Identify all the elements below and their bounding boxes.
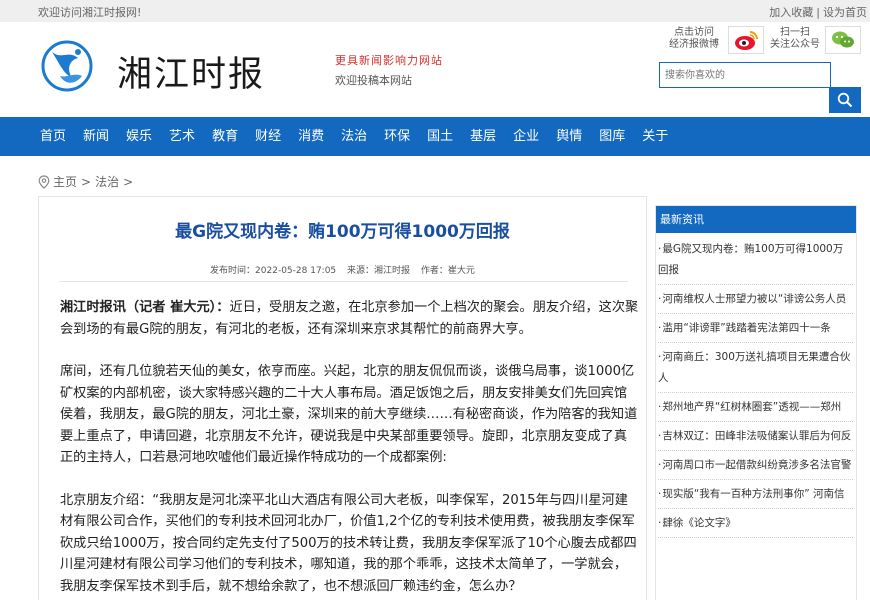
article-author: 作者：崔大元: [420, 266, 475, 276]
bookmark-link[interactable]: 加入收藏: [769, 6, 813, 19]
bullet: ·: [658, 351, 662, 363]
bullet: ·: [658, 243, 662, 255]
main-nav: 首页 新闻 娱乐 艺术 教育 财经 消费 法治 环保 国土 基层 企业 舆情 图…: [0, 117, 870, 156]
top-links-separator: |: [816, 6, 820, 19]
breadcrumb-home[interactable]: 主页: [53, 173, 77, 190]
latest-news-item[interactable]: ·郑州地产界“红树林圈套”透视——郑州: [658, 397, 853, 422]
wechat-label-line1: 扫一扫: [780, 27, 810, 38]
weibo-label-line1: 点击访问: [674, 27, 714, 38]
bullet: ·: [658, 401, 662, 413]
site-slogan: 更具新闻影响力网站: [335, 54, 443, 67]
latest-news-title[interactable]: 滥用“诽谤罪”践踏着宪法第四十一条: [662, 322, 830, 334]
nav-list: 首页 新闻 娱乐 艺术 教育 财经 消费 法治 环保 国土 基层 企业 舆情 图…: [40, 117, 685, 156]
article-paragraph: 北京朋友介绍：“我朋友是河北滦平北山大酒店有限公司大老板，叫李保军，2015年与…: [60, 492, 637, 594]
bullet: ·: [658, 293, 662, 305]
latest-news-list: ·最G院又现内卷：贿100万可得1000万回报 ·河南维权人士邢望力被以“诽谤公…: [656, 233, 856, 538]
latest-news-item[interactable]: ·滥用“诽谤罪”践踏着宪法第四十一条: [658, 318, 853, 343]
article-lead: 湘江时报讯（记者 崔大元）：: [60, 300, 230, 315]
latest-news-title[interactable]: 肆徐《论文字》: [662, 517, 736, 529]
search-icon: [837, 92, 853, 108]
nav-item-enterprise[interactable]: 企业: [513, 117, 539, 156]
nav-item-land[interactable]: 国土: [427, 117, 453, 156]
latest-news-title[interactable]: 最G院又现内卷：贿100万可得1000万回报: [658, 243, 843, 276]
article-paragraph: 席间，还有几位貌若天仙的美女，依亨而座。兴起，北京的朋友侃侃而谈，谈俄乌局事，谈…: [60, 364, 638, 465]
breadcrumb-separator: >: [123, 174, 134, 189]
article-title: 最G院又现内卷：贿100万可得1000万回报: [175, 222, 510, 242]
submit-article-link[interactable]: 欢迎投稿本网站: [335, 72, 412, 88]
site-header: 湘江时报 更具新闻影响力网站 欢迎投稿本网站 点击访问 经济报微博 扫一扫 关注…: [0, 22, 870, 117]
latest-news-item[interactable]: ·最G院又现内卷：贿100万可得1000万回报: [658, 239, 853, 285]
wechat-button[interactable]: [825, 26, 861, 54]
bullet: ·: [658, 459, 662, 471]
bullet: ·: [658, 430, 662, 442]
latest-news-title[interactable]: 河南维权人士邢望力被以“诽谤公务人员: [662, 293, 846, 305]
latest-news-item[interactable]: ·吉林双辽：田峰非法吸储案认罪后为何反: [658, 426, 853, 451]
weibo-label[interactable]: 点击访问 经济报微博: [664, 27, 724, 51]
breadcrumb-section[interactable]: 法治: [95, 173, 119, 190]
article: 最G院又现内卷：贿100万可得1000万回报 发布时间：2022-05-28 1…: [38, 196, 647, 600]
location-pin-icon: [38, 174, 50, 189]
article-source: 来源：湘江时报: [347, 266, 411, 276]
bullet: ·: [658, 488, 662, 500]
nav-item-grassroots[interactable]: 基层: [470, 117, 496, 156]
article-body: 湘江时报讯（记者 崔大元）：近日，受朋友之邀，在北京参加一个上档次的聚会。朋友介…: [60, 297, 640, 600]
wechat-label-line2: 关注公众号: [770, 39, 820, 50]
nav-item-public-opinion[interactable]: 舆情: [556, 117, 582, 156]
latest-news-title[interactable]: 河南商丘：300万送礼搞项目无果遭合伙人: [658, 351, 850, 384]
article-paragraph: 湘江时报讯（记者 崔大元）：近日，受朋友之邀，在北京参加一个上档次的聚会。朋友介…: [60, 297, 640, 340]
latest-news-title[interactable]: 吉林双辽：田峰非法吸储案认罪后为何反: [662, 430, 851, 442]
set-homepage-link[interactable]: 设为首页: [823, 6, 867, 19]
welcome-text: 欢迎访问湘江时报网!: [38, 6, 142, 19]
site-name[interactable]: 湘江时报: [117, 46, 265, 97]
latest-news-item[interactable]: ·肆徐《论文字》: [658, 513, 853, 538]
weibo-label-line2: 经济报微博: [669, 39, 719, 50]
nav-item-news[interactable]: 新闻: [83, 117, 109, 156]
bullet: ·: [658, 322, 662, 334]
nav-item-gallery[interactable]: 图库: [599, 117, 625, 156]
wechat-icon: [832, 31, 854, 48]
bullet: ·: [658, 517, 662, 529]
wechat-label[interactable]: 扫一扫 关注公众号: [766, 27, 824, 51]
sidebar-heading: 最新资讯: [656, 206, 856, 233]
nav-item-law[interactable]: 法治: [341, 117, 367, 156]
latest-news-title[interactable]: 河南周口市一起借款纠纷竟涉多名法官警: [662, 459, 851, 471]
article-divider: [59, 281, 628, 282]
breadcrumb-separator: >: [81, 174, 92, 189]
publish-time: 发布时间：2022-05-28 17:05: [210, 266, 337, 276]
weibo-icon: [735, 31, 758, 50]
top-links: 加入收藏 | 设为首页: [769, 4, 867, 20]
nav-item-finance[interactable]: 财经: [255, 117, 281, 156]
top-bar: 欢迎访问湘江时报网! 加入收藏 | 设为首页: [0, 0, 870, 22]
nav-item-home[interactable]: 首页: [40, 117, 66, 156]
latest-news-title[interactable]: 郑州地产界“红树林圈套”透视——郑州: [662, 401, 841, 413]
article-meta: 发布时间：2022-05-28 17:05 来源：湘江时报 作者：崔大元: [39, 263, 646, 276]
latest-news-item[interactable]: ·河南周口市一起借款纠纷竟涉多名法官警: [658, 455, 853, 480]
latest-news-title[interactable]: 现实版“我有一百种方法刑事你” 河南信: [662, 488, 844, 500]
latest-news-item[interactable]: ·河南维权人士邢望力被以“诽谤公务人员: [658, 289, 853, 314]
nav-item-environment[interactable]: 环保: [384, 117, 410, 156]
latest-news-sidebar: 最新资讯 ·最G院又现内卷：贿100万可得1000万回报 ·河南维权人士邢望力被…: [655, 205, 857, 600]
latest-news-item[interactable]: ·河南商丘：300万送礼搞项目无果遭合伙人: [658, 347, 853, 393]
nav-item-about[interactable]: 关于: [642, 117, 668, 156]
nav-item-consumer[interactable]: 消费: [298, 117, 324, 156]
nav-item-entertainment[interactable]: 娱乐: [126, 117, 152, 156]
latest-news-item[interactable]: ·现实版“我有一百种方法刑事你” 河南信: [658, 484, 853, 509]
search-input[interactable]: [659, 62, 831, 88]
logo-icon[interactable]: [40, 38, 94, 94]
breadcrumb: 主页 > 法治 >: [38, 173, 137, 190]
nav-item-art[interactable]: 艺术: [169, 117, 195, 156]
nav-item-education[interactable]: 教育: [212, 117, 238, 156]
weibo-button[interactable]: [728, 26, 764, 54]
search-button[interactable]: [829, 87, 861, 113]
